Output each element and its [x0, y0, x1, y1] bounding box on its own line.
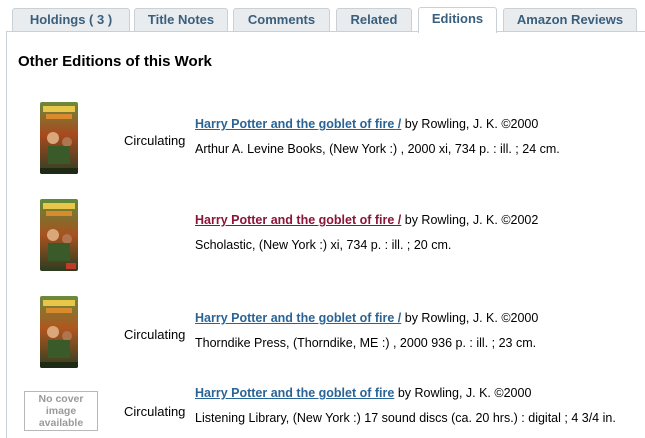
- title-line: Harry Potter and the goblet of fire / by…: [195, 117, 538, 131]
- tab-amazon-reviews[interactable]: Amazon Reviews: [503, 8, 637, 32]
- tab-comments[interactable]: Comments: [233, 8, 330, 32]
- edition-title-link[interactable]: Harry Potter and the goblet of fire /: [195, 117, 401, 131]
- title-line: Harry Potter and the goblet of fire / by…: [195, 311, 538, 325]
- author-date: by Rowling, J. K. ©2002: [401, 213, 539, 227]
- author-date: by Rowling, J. K. ©2000: [394, 386, 532, 400]
- edition-title-link[interactable]: Harry Potter and the goblet of fire /: [195, 311, 401, 325]
- publication-info: Scholastic, (New York :) xi, 734 p. : il…: [195, 238, 452, 252]
- edition-title-link[interactable]: Harry Potter and the goblet of fire /: [195, 213, 401, 227]
- editions-page: Holdings ( 3 ) Title Notes Comments Rela…: [0, 0, 645, 438]
- publication-info: Thorndike Press, (Thorndike, ME :) , 200…: [195, 336, 537, 350]
- circulation-status: Circulating: [124, 327, 186, 342]
- tab-holdings[interactable]: Holdings ( 3 ): [12, 8, 130, 32]
- publication-info: Listening Library, (New York :) 17 sound…: [195, 411, 616, 425]
- tab-divider: [6, 31, 645, 32]
- panel-border: [6, 31, 7, 438]
- tab-related[interactable]: Related: [336, 8, 412, 32]
- section-heading: Other Editions of this Work: [18, 53, 212, 70]
- tab-editions[interactable]: Editions: [418, 7, 497, 33]
- no-cover-placeholder: No cover image available: [24, 391, 98, 431]
- book-cover-image[interactable]: [40, 199, 78, 271]
- tab-title-notes[interactable]: Title Notes: [134, 8, 228, 32]
- publication-info: Arthur A. Levine Books, (New York :) , 2…: [195, 142, 560, 156]
- tab-bar: Holdings ( 3 ) Title Notes Comments Rela…: [0, 0, 645, 33]
- circulation-status: Circulating: [124, 133, 186, 148]
- book-cover-image[interactable]: [40, 102, 78, 174]
- edition-title-link[interactable]: Harry Potter and the goblet of fire: [195, 386, 394, 400]
- author-date: by Rowling, J. K. ©2000: [401, 311, 539, 325]
- book-cover-image[interactable]: [40, 296, 78, 368]
- title-line: Harry Potter and the goblet of fire / by…: [195, 213, 538, 227]
- circulation-status: Circulating: [124, 404, 186, 419]
- author-date: by Rowling, J. K. ©2000: [401, 117, 539, 131]
- title-line: Harry Potter and the goblet of fire by R…: [195, 386, 531, 400]
